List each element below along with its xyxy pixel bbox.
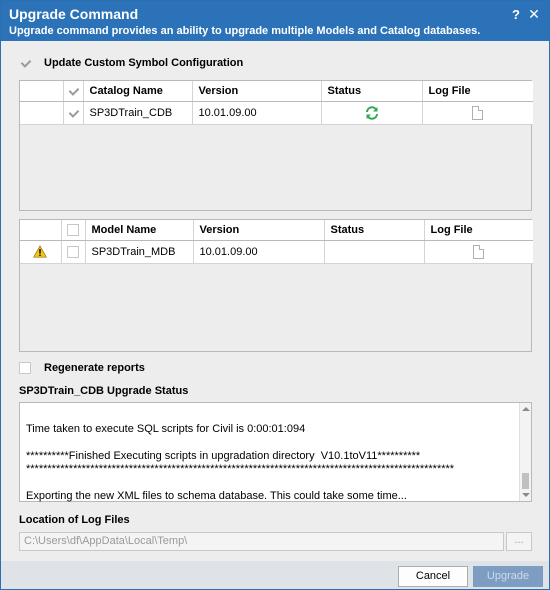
dialog-title: Upgrade Command <box>9 6 139 22</box>
model-log-file-cell[interactable] <box>424 240 533 264</box>
model-status-cell <box>324 240 425 264</box>
model-row-select-cell[interactable] <box>61 240 86 264</box>
model-select-all-cell[interactable] <box>61 220 86 241</box>
warning-icon <box>33 245 48 258</box>
upgrade-status-label: SP3DTrain_CDB Upgrade Status <box>19 385 189 397</box>
catalog-row-checkbox[interactable] <box>67 107 79 119</box>
upgrade-status-text: Time taken to execute SQL scripts for Ci… <box>26 409 516 531</box>
regenerate-reports-checkbox[interactable] <box>19 362 31 374</box>
model-col-log-file[interactable]: Log File <box>424 220 533 241</box>
model-col-name[interactable]: Model Name <box>85 220 194 241</box>
upgrade-button[interactable]: Upgrade <box>473 566 543 587</box>
catalog-col-version[interactable]: Version <box>192 81 322 102</box>
update-custom-symbol-option[interactable]: Update Custom Symbol Configuration <box>19 57 243 69</box>
model-row-checkbox[interactable] <box>67 245 79 258</box>
file-icon[interactable] <box>472 105 484 120</box>
dialog-subtitle: Upgrade command provides an ability to u… <box>9 25 481 37</box>
refresh-icon <box>365 105 378 120</box>
scroll-thumb[interactable] <box>522 473 529 489</box>
log-location-label: Location of Log Files <box>19 514 130 526</box>
status-line: ****************************************… <box>26 463 455 475</box>
status-line <box>26 436 516 450</box>
model-select-all-checkbox[interactable] <box>67 223 79 236</box>
catalog-row-header-cell <box>20 81 64 102</box>
catalog-status-cell <box>321 101 423 125</box>
status-line: **********Finished Executing scripts in … <box>26 449 421 462</box>
model-grid-header: Model Name Version Status Log File <box>20 220 533 241</box>
model-grid: Model Name Version Status Log File SP3DT… <box>19 219 533 352</box>
scroll-down-arrow-icon[interactable] <box>522 493 530 497</box>
model-col-version[interactable]: Version <box>193 220 325 241</box>
model-row-indicator <box>20 240 62 264</box>
catalog-col-log-file[interactable]: Log File <box>422 81 533 102</box>
catalog-select-all-cell[interactable] <box>63 81 84 102</box>
status-line <box>26 477 516 491</box>
table-row[interactable]: SP3DTrain_CDB 10.01.09.00 <box>20 101 533 125</box>
status-line: Exporting the new XML files to schema da… <box>26 490 407 502</box>
upgrade-status-log[interactable]: Time taken to execute SQL scripts for Ci… <box>19 402 532 502</box>
catalog-grid: Catalog Name Version Status Log File SP3… <box>19 80 533 211</box>
cancel-button[interactable]: Cancel <box>398 566 468 587</box>
update-custom-symbol-label: Update Custom Symbol Configuration <box>44 57 244 69</box>
regenerate-reports-option[interactable]: Regenerate reports <box>19 362 145 374</box>
title-bar[interactable]: Upgrade Command Upgrade command provides… <box>1 1 549 41</box>
status-line: Time taken to execute SQL scripts for Ci… <box>26 422 306 435</box>
catalog-row-select-cell[interactable] <box>63 101 84 125</box>
table-row[interactable]: SP3DTrain_MDB 10.01.09.00 <box>20 240 533 264</box>
help-button[interactable]: ? <box>509 7 523 22</box>
browse-log-location-button[interactable]: ... <box>506 532 532 551</box>
close-button[interactable]: ✕ <box>527 6 541 23</box>
file-icon[interactable] <box>473 244 485 259</box>
catalog-col-status[interactable]: Status <box>321 81 423 102</box>
log-location-input[interactable]: C:\Users\df\AppData\Local\Temp\ <box>19 532 504 551</box>
catalog-log-file-cell[interactable] <box>422 101 533 125</box>
model-row-header-cell <box>20 220 62 241</box>
catalog-row-indicator <box>20 101 64 125</box>
model-version-cell: 10.01.09.00 <box>193 240 325 264</box>
update-custom-symbol-checkbox[interactable] <box>19 57 31 69</box>
catalog-version-cell: 10.01.09.00 <box>192 101 322 125</box>
catalog-col-name[interactable]: Catalog Name <box>83 81 193 102</box>
upgrade-command-dialog: Upgrade Command Upgrade command provides… <box>0 0 550 590</box>
catalog-select-all-checkbox[interactable] <box>67 85 79 97</box>
dialog-footer: Cancel Upgrade <box>1 561 549 589</box>
model-col-status[interactable]: Status <box>324 220 425 241</box>
status-scrollbar[interactable] <box>519 403 531 501</box>
catalog-name-cell: SP3DTrain_CDB <box>83 101 193 125</box>
model-name-cell: SP3DTrain_MDB <box>85 240 194 264</box>
scroll-up-arrow-icon[interactable] <box>522 407 530 411</box>
catalog-grid-header: Catalog Name Version Status Log File <box>20 81 533 102</box>
regenerate-reports-label: Regenerate reports <box>44 362 145 374</box>
